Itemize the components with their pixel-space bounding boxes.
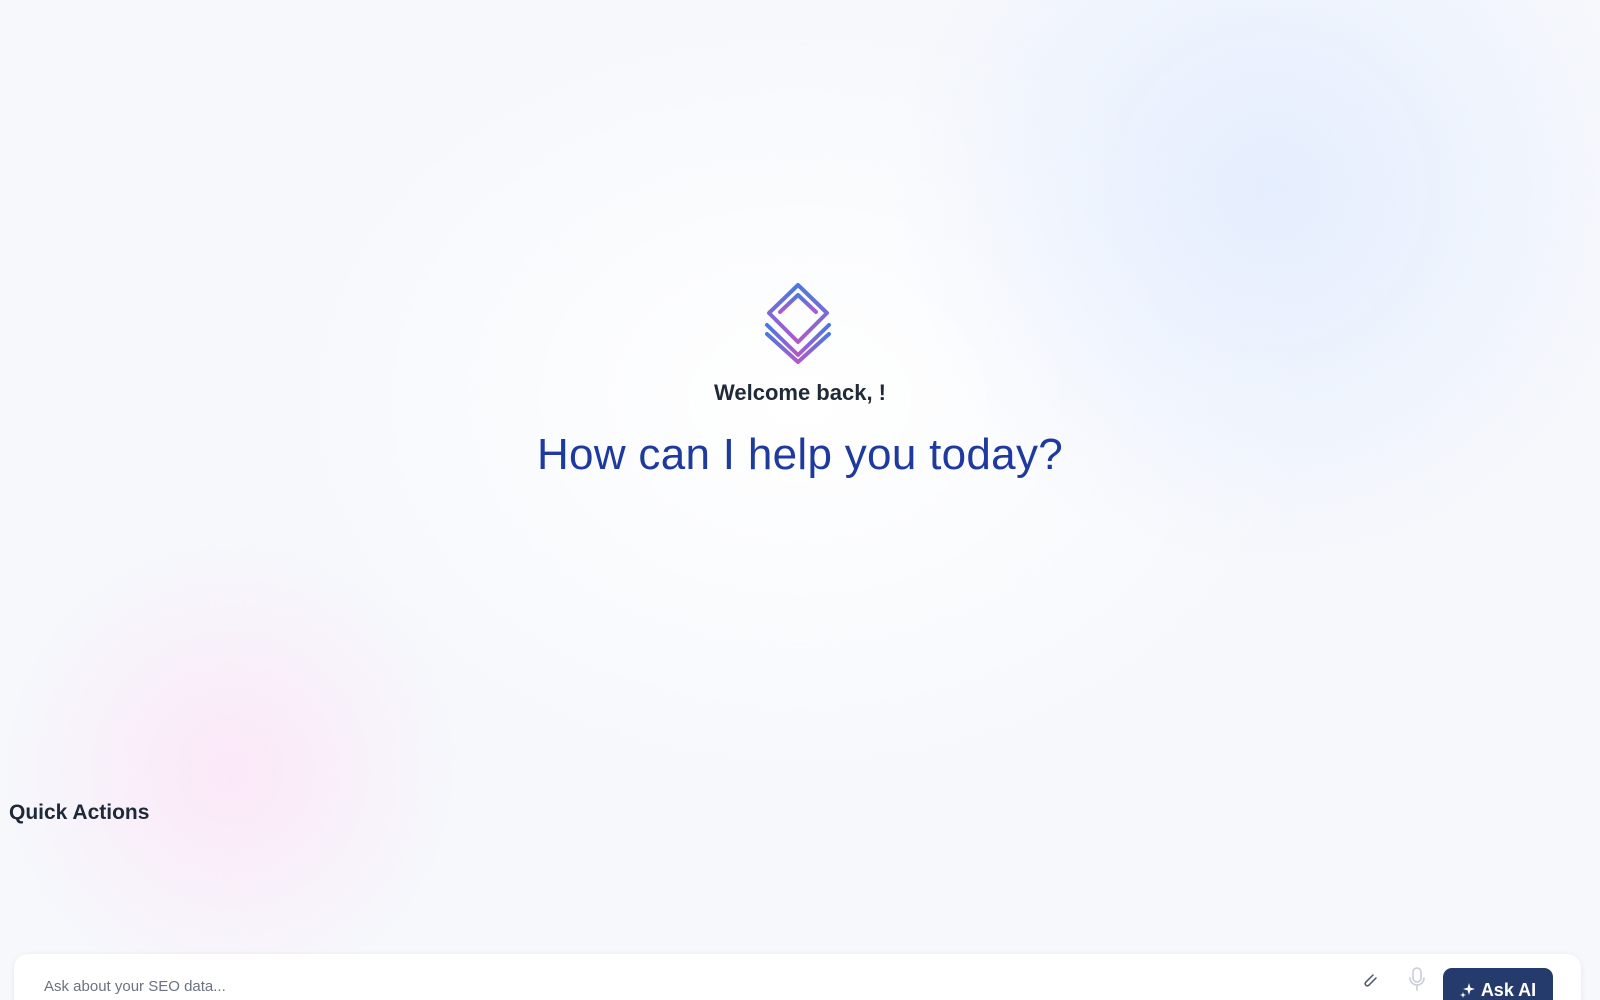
logo-icon xyxy=(765,283,831,364)
sparkles-icon xyxy=(1459,983,1475,998)
page-headline: How can I help you today? xyxy=(536,430,1064,479)
quick-actions-title: Quick Actions xyxy=(9,801,150,824)
welcome-message: Welcome back, ! xyxy=(714,380,886,405)
microphone-icon[interactable] xyxy=(1406,966,1428,992)
ask-ai-button[interactable]: Ask AI xyxy=(1443,968,1553,1000)
ask-ai-label: Ask AI xyxy=(1480,980,1537,1000)
chat-input[interactable] xyxy=(44,978,1294,995)
chat-composer: Ask AI xyxy=(14,954,1581,1000)
paperclip-icon[interactable] xyxy=(1362,972,1380,990)
